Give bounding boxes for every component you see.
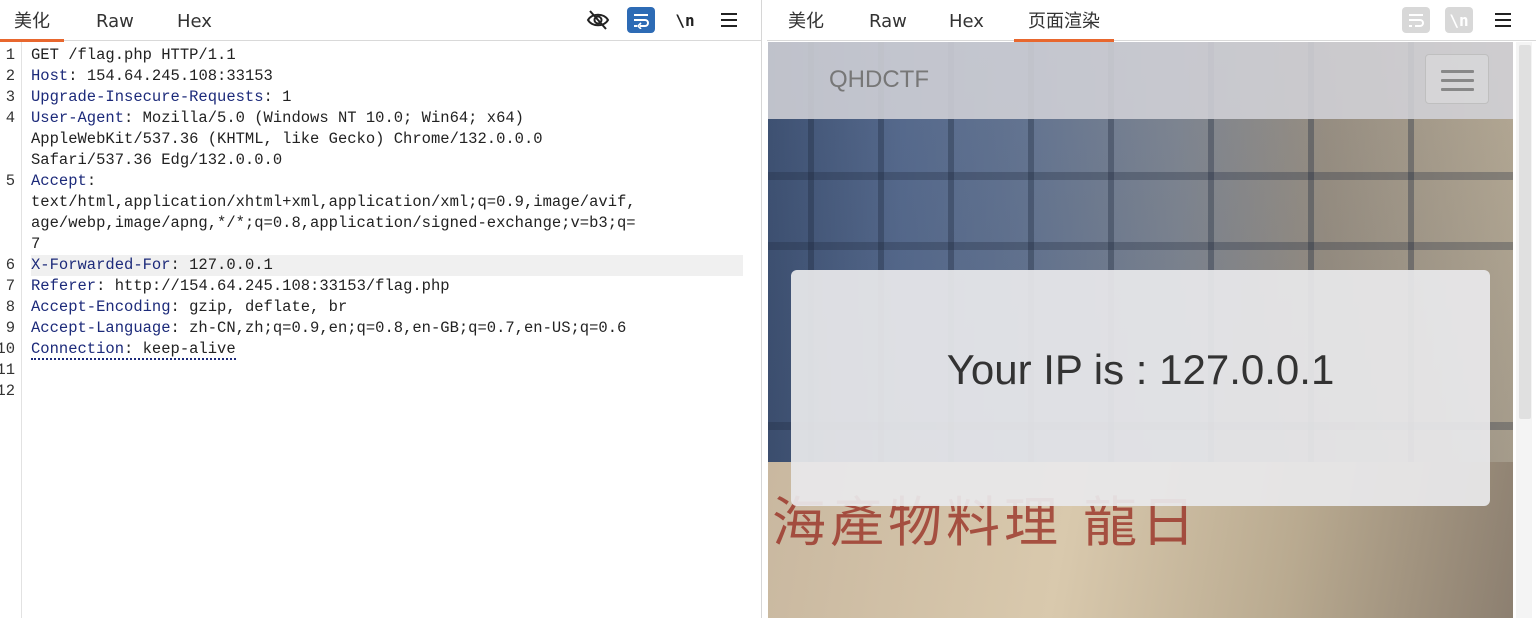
- header-value: : zh-CN,zh;q=0.9,en;q=0.8,en-GB;q=0.7,en…: [170, 319, 627, 337]
- header-name: Connection: [31, 340, 125, 358]
- request-line[interactable]: GET /flag.php HTTP/1.1: [31, 45, 743, 66]
- tab-pretty[interactable]: 美化: [0, 0, 64, 42]
- tab-raw[interactable]: Raw: [96, 0, 134, 41]
- request-pane: 美化 Raw Hex \n 1 2 3 4 5 6 7 8 9 10 11 12…: [0, 0, 762, 618]
- newline-icon[interactable]: \n: [1445, 7, 1473, 33]
- rendered-page: 海產物料理 龍日 QHDCTF Your IP is : 127.0.0.1: [768, 42, 1513, 618]
- header-continuation[interactable]: text/html,application/xhtml+xml,applicat…: [31, 192, 743, 213]
- line-number: 11: [0, 361, 15, 379]
- line-number: 5: [5, 172, 15, 190]
- wrap-icon[interactable]: [1402, 7, 1430, 33]
- header-line-x-forwarded-for[interactable]: X-Forwarded-For: 127.0.0.1: [31, 255, 743, 276]
- wrap-icon[interactable]: [627, 7, 655, 33]
- hamburger-bar: [1441, 88, 1474, 91]
- header-value: : 127.0.0.1: [170, 256, 273, 274]
- response-tabbar: 美化 Raw Hex 页面渲染 \n: [767, 0, 1536, 42]
- line-number: 8: [5, 298, 15, 316]
- header-name: User-Agent: [31, 109, 125, 127]
- header-line-accept-encoding[interactable]: Accept-Encoding: gzip, deflate, br: [31, 297, 743, 318]
- line-number: 10: [0, 340, 15, 358]
- background-detail: [768, 172, 1513, 180]
- scrollbar-thumb[interactable]: [1519, 45, 1531, 419]
- header-value: : keep-alive: [124, 340, 236, 358]
- line-number: 9: [5, 319, 15, 337]
- header-line-user-agent[interactable]: User-Agent: Mozilla/5.0 (Windows NT 10.0…: [31, 108, 743, 129]
- header-name: Referer: [31, 277, 97, 295]
- request-editor[interactable]: GET /flag.php HTTP/1.1 Host: 154.64.245.…: [23, 42, 761, 618]
- tab-hex[interactable]: Hex: [177, 0, 212, 41]
- line-number: 3: [5, 88, 15, 106]
- line-number-gutter: 1 2 3 4 5 6 7 8 9 10 11 12: [0, 42, 22, 618]
- menu-icon[interactable]: [715, 7, 743, 33]
- tab-pretty[interactable]: 美化: [788, 0, 824, 41]
- header-line-referer[interactable]: Referer: http://154.64.245.108:33153/fla…: [31, 276, 743, 297]
- header-continuation[interactable]: 7: [31, 234, 743, 255]
- header-name: Accept-Encoding: [31, 298, 171, 316]
- header-value: : http://154.64.245.108:33153/flag.php: [96, 277, 450, 295]
- header-value: :: [86, 172, 97, 190]
- header-value: : gzip, deflate, br: [170, 298, 348, 316]
- header-line-accept-language[interactable]: Accept-Language: zh-CN,zh;q=0.9,en;q=0.8…: [31, 318, 743, 339]
- line-number: 7: [5, 277, 15, 295]
- request-tabbar: 美化 Raw Hex \n: [0, 0, 761, 42]
- hamburger-bar: [1441, 79, 1474, 82]
- background-detail: [768, 242, 1513, 250]
- site-brand[interactable]: QHDCTF: [829, 66, 929, 94]
- eye-slash-icon[interactable]: [584, 7, 612, 33]
- ip-card: Your IP is : 127.0.0.1: [791, 270, 1490, 506]
- ip-message: Your IP is : 127.0.0.1: [946, 346, 1335, 393]
- header-name: Upgrade-Insecure-Requests: [31, 88, 264, 106]
- nav-toggle-button[interactable]: [1425, 54, 1489, 104]
- header-line-host[interactable]: Host: 154.64.245.108:33153: [31, 66, 743, 87]
- header-name: X-Forwarded-For: [31, 256, 171, 274]
- header-name: Accept: [31, 172, 87, 190]
- line-number: 6: [5, 256, 15, 274]
- line-number: 12: [0, 382, 15, 400]
- header-continuation[interactable]: age/webp,image/apng,*/*;q=0.8,applicatio…: [31, 213, 743, 234]
- header-name: Accept-Language: [31, 319, 171, 337]
- newline-icon[interactable]: \n: [671, 7, 699, 33]
- header-value: : 1: [263, 88, 292, 106]
- tab-hex[interactable]: Hex: [949, 0, 984, 41]
- tab-raw[interactable]: Raw: [869, 0, 907, 41]
- header-value: : Mozilla/5.0 (Windows NT 10.0; Win64; x…: [124, 109, 524, 127]
- header-line-accept[interactable]: Accept:: [31, 171, 743, 192]
- header-line-upgrade[interactable]: Upgrade-Insecure-Requests: 1: [31, 87, 743, 108]
- rendered-navbar: QHDCTF: [768, 42, 1513, 119]
- line-number: 4: [5, 109, 15, 127]
- line-number: 2: [5, 67, 15, 85]
- line-number: 1: [5, 46, 15, 64]
- hamburger-bar: [1441, 70, 1474, 73]
- header-line-connection[interactable]: Connection: keep-alive: [31, 339, 743, 360]
- header-continuation[interactable]: AppleWebKit/537.36 (KHTML, like Gecko) C…: [31, 129, 743, 150]
- header-value: : 154.64.245.108:33153: [68, 67, 273, 85]
- response-pane: 美化 Raw Hex 页面渲染 \n 海產物料理 龍日 QHDCTF Your …: [767, 0, 1536, 618]
- tab-render[interactable]: 页面渲染: [1014, 0, 1114, 42]
- header-continuation[interactable]: Safari/537.36 Edg/132.0.0.0: [31, 150, 743, 171]
- menu-icon[interactable]: [1489, 7, 1517, 33]
- header-name: Host: [31, 67, 69, 85]
